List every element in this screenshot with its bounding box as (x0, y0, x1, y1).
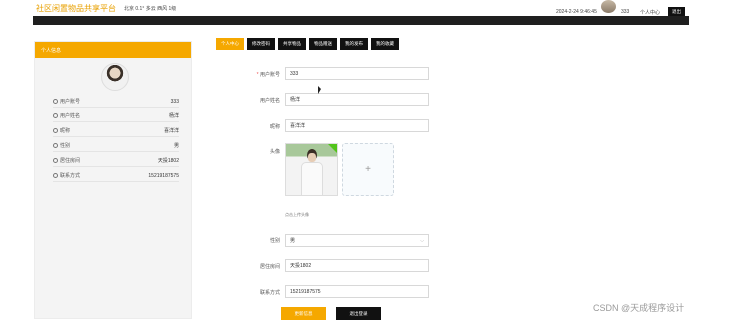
avatar-label: 头像 (269, 149, 280, 155)
profile-row-value: 15219187575 (148, 172, 179, 179)
nickname-field[interactable]: 喜洋洋 (285, 119, 429, 132)
user-icon (53, 113, 58, 118)
weather-info: 北京 0.1° 多云 西风 1级 (124, 6, 177, 12)
profile-row-label: 昵称 (60, 128, 71, 134)
room-label: 居住房间 (259, 264, 280, 270)
site-brand[interactable]: 社区闲置物品共享平台 (36, 3, 116, 14)
gender-label: 性别 (269, 238, 280, 244)
tab-change-password[interactable]: 修改密码 (247, 38, 275, 50)
tab-item-gifts[interactable]: 物品赠送 (309, 38, 337, 50)
phone-label: 联系方式 (259, 290, 280, 296)
nav-bar (33, 16, 689, 25)
username-text: 333 (621, 9, 630, 15)
profile-row-label: 居住房间 (60, 158, 81, 164)
profile-row-label: 性别 (60, 143, 71, 149)
tab-personal-center[interactable]: 个人中心 (216, 38, 244, 50)
profile-row-label: 联系方式 (60, 173, 81, 179)
user-icon (53, 99, 58, 104)
user-icon (53, 173, 58, 178)
avatar-preview[interactable] (285, 143, 338, 196)
profile-row: 用户账号 333 (53, 96, 179, 108)
room-field[interactable]: 天投1802 (285, 259, 429, 272)
watermark: CSDN @天成程序设计 (593, 303, 685, 313)
account-label: * 用户账号 (256, 72, 280, 78)
avatar-upload-button[interactable]: + (342, 143, 394, 196)
profile-row-value: 男 (173, 143, 179, 149)
user-icon (53, 158, 58, 163)
tab-my-posts[interactable]: 我的发布 (340, 38, 368, 50)
profile-row-label: 用户账号 (60, 99, 81, 105)
top-header: 社区闲置物品共享平台 北京 0.1° 多云 西风 1级 2024-2-24 9:… (0, 0, 732, 16)
exit-button[interactable]: 退出 (668, 7, 685, 16)
profile-row: 用户姓名 杨洋 (53, 110, 179, 122)
user-center-link[interactable]: 个人中心 (640, 9, 660, 16)
profile-row-value: 天投1802 (157, 158, 179, 164)
nickname-label: 昵称 (269, 124, 280, 130)
user-avatar[interactable] (601, 0, 616, 13)
mouse-cursor-icon (318, 86, 321, 94)
avatar-photo (301, 149, 323, 195)
logout-button[interactable]: 退出登录 (336, 307, 381, 320)
plus-icon: + (365, 164, 371, 175)
account-field[interactable]: 333 (285, 67, 429, 80)
profile-row: 昵称 喜洋洋 (53, 125, 179, 137)
profile-row-value: 喜洋洋 (163, 128, 179, 134)
user-icon (53, 143, 58, 148)
tab-my-favorites[interactable]: 我的收藏 (371, 38, 399, 50)
profile-avatar (101, 63, 129, 91)
phone-field[interactable]: 15219187575 (285, 285, 429, 298)
current-datetime: 2024-2-24 9:46:45 (556, 9, 597, 15)
profile-row-value: 333 (170, 98, 179, 105)
name-field[interactable]: 杨洋 (285, 93, 429, 106)
chevron-down-icon: ⌵ (420, 238, 424, 244)
name-label: 用户姓名 (259, 98, 280, 104)
user-icon (53, 128, 58, 133)
profile-row-value: 杨洋 (168, 113, 179, 119)
profile-row: 居住房间 天投1802 (53, 155, 179, 167)
upload-hint: 点击上传头像 (285, 212, 309, 217)
gender-selected-value: 男 (290, 238, 296, 244)
profile-card: 个人信息 用户账号 333 用户姓名 杨洋 昵称 喜洋洋 性别 男 居住房间 天… (34, 41, 192, 319)
profile-card-title: 个人信息 (35, 42, 191, 58)
tab-shared-items[interactable]: 共享物品 (278, 38, 306, 50)
gender-select[interactable]: 男 ⌵ (285, 234, 429, 247)
profile-row-label: 用户姓名 (60, 113, 81, 119)
upload-success-icon (328, 144, 337, 153)
profile-row: 联系方式 15219187575 (53, 170, 179, 182)
profile-row: 性别 男 (53, 140, 179, 152)
update-info-button[interactable]: 更新信息 (281, 307, 326, 320)
